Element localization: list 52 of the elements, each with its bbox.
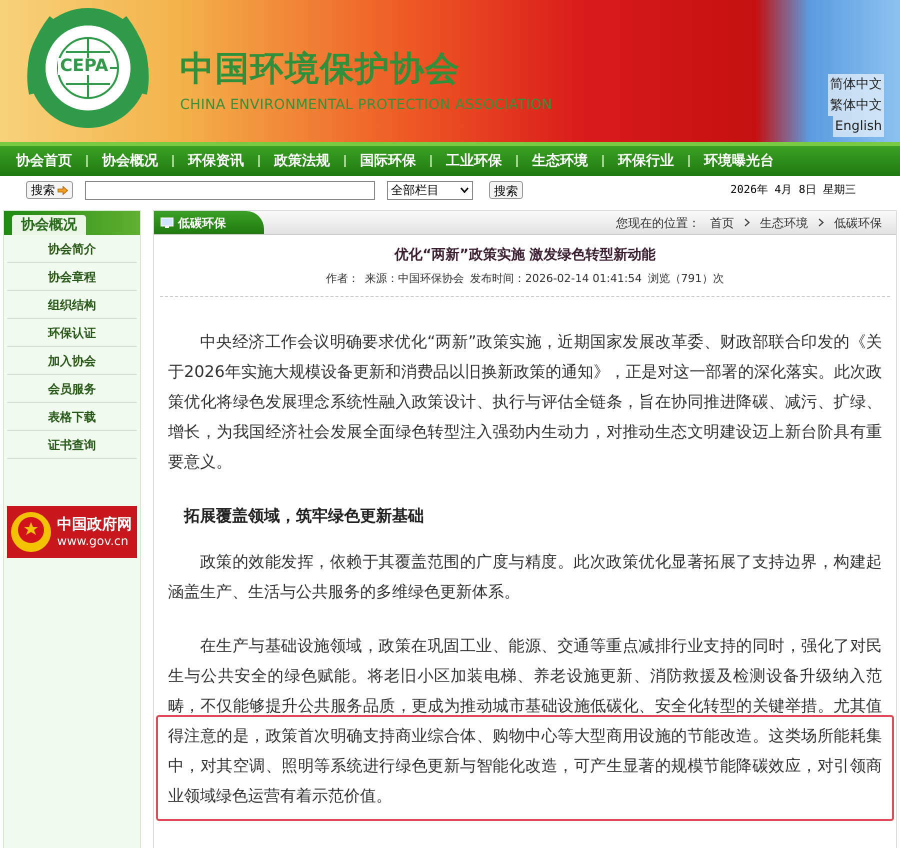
search-label-button[interactable]: 搜索 (26, 181, 73, 199)
sidebar-link[interactable]: 加入协会 (7, 347, 137, 375)
sidebar-title: 协会概况 (12, 215, 86, 235)
chevron-icon (818, 218, 824, 227)
monitor-icon (160, 216, 174, 228)
article-paragraph: 在生产与基础设施领域，政策在巩固工业、能源、交通等重点减排行业支持的同时，强化了对民生与公共安全的绿色赋能。将老旧小区加装电梯、养老设施更新、消防救援及检测设备升级纳入范畴，不仅能够提升公共服务品质，更成为推动城市基础设施低碳化、安全化转型的关键举措。尤其值得注意的是，政策首次明确支持商业综合体、购物中心等大型商用设施的节能改造。这类场所能耗集中，对其空调、照明等系统进行绿色更新与智能化改造，可产生显著的规模节能降碳效应，对引领商业领域绿色运营有着示范价值。 (168, 634, 882, 806)
sidebar-link[interactable]: 协会章程 (7, 263, 137, 291)
nav-link[interactable]: 生态环境 (532, 150, 588, 172)
breadcrumb-label: 您现在的位置： (616, 214, 700, 232)
article-meta: 发布时间：2026-02-14 01:41:54 (470, 271, 642, 287)
sidebar-link[interactable]: 组织结构 (7, 291, 137, 319)
nav-link[interactable]: 国际环保 (360, 150, 416, 172)
sidebar-link[interactable]: 证书查询 (7, 431, 137, 459)
nav-link[interactable]: 环保行业 (618, 150, 674, 172)
nav-link[interactable]: 政策法规 (274, 150, 330, 172)
breadcrumb-link[interactable]: 首页 (710, 214, 734, 232)
article-paragraph: 政策的效能发挥，依赖于其覆盖范围的广度与精度。此次政策优化显著拓展了支持边界，构建起涵盖生产、生活与公共服务的多维绿色更新体系。 (168, 550, 882, 602)
nav-link[interactable]: 工业环保 (446, 150, 502, 172)
chevron-icon (744, 218, 750, 227)
sidebar-link[interactable]: 会员服务 (7, 375, 137, 403)
date-text: 2026年 4月 8日 星期三 (730, 182, 856, 198)
gov-banner-url: www.gov.cn (57, 534, 130, 549)
caret-icon (460, 187, 469, 193)
article-title: 优化“两新”政策实施 激发绿色转型新动能 (393, 246, 657, 265)
breadcrumb-link[interactable]: 生态环境 (760, 214, 808, 232)
nav-link[interactable]: 协会概况 (102, 150, 158, 172)
sidebar-link[interactable]: 环保认证 (7, 319, 137, 347)
language-link[interactable]: 简体中文 (828, 74, 884, 95)
gov-banner[interactable]: 中国政府网 www.gov.cn (7, 506, 137, 558)
arrow-icon (57, 186, 68, 194)
article-paragraph: 中央经济工作会议明确要求优化“两新”政策实施，近期国家发展改革委、财政部联合印发的《关于2026年实施大规模设备更新和消费品以旧换新政策的通知》，正是对这一部署的深化落实。此次政策优化将绿色发展理念系统性融入政策设计、执行与评估全链条，旨在协同推进降碳、减污、扩绿、增长，为我国经济社会发展全面绿色转型注入强劲内生动力，对推动生态文明建设迈上新台阶具有重要意义。 (168, 330, 882, 472)
gov-banner-title: 中国政府网 (57, 515, 132, 534)
language-link[interactable]: English (833, 116, 884, 137)
nav-link[interactable]: 协会首页 (16, 150, 72, 172)
sidebar-link[interactable]: 协会简介 (7, 235, 137, 263)
emblem-icon (9, 510, 53, 554)
search-field[interactable] (85, 180, 375, 200)
article-meta: 来源：中国环保协会 (365, 271, 464, 287)
search-button[interactable]: 搜索 (489, 181, 523, 199)
site-title: 中国环境保护协会 (180, 52, 460, 86)
article-meta: 作者： (326, 271, 360, 287)
scope-dropdown[interactable]: 全部栏目 (387, 180, 473, 200)
site-subtitle: CHINA ENVIRONMENTAL PROTECTION ASSOCIATION (180, 98, 552, 112)
sidebar-link[interactable]: 表格下载 (7, 403, 137, 431)
logo-text: CEPA (58, 58, 110, 75)
language-link[interactable]: 繁体中文 (828, 95, 884, 116)
section-title: 低碳环保 (178, 214, 226, 232)
nav-link[interactable]: 环境曝光台 (704, 150, 774, 172)
breadcrumb-link[interactable]: 低碳环保 (834, 214, 882, 232)
article-subheading: 拓展覆盖领域，筑牢绿色更新基础 (182, 504, 425, 526)
article-meta: 浏览（791）次 (648, 271, 724, 287)
nav-link[interactable]: 环保资讯 (188, 150, 244, 172)
